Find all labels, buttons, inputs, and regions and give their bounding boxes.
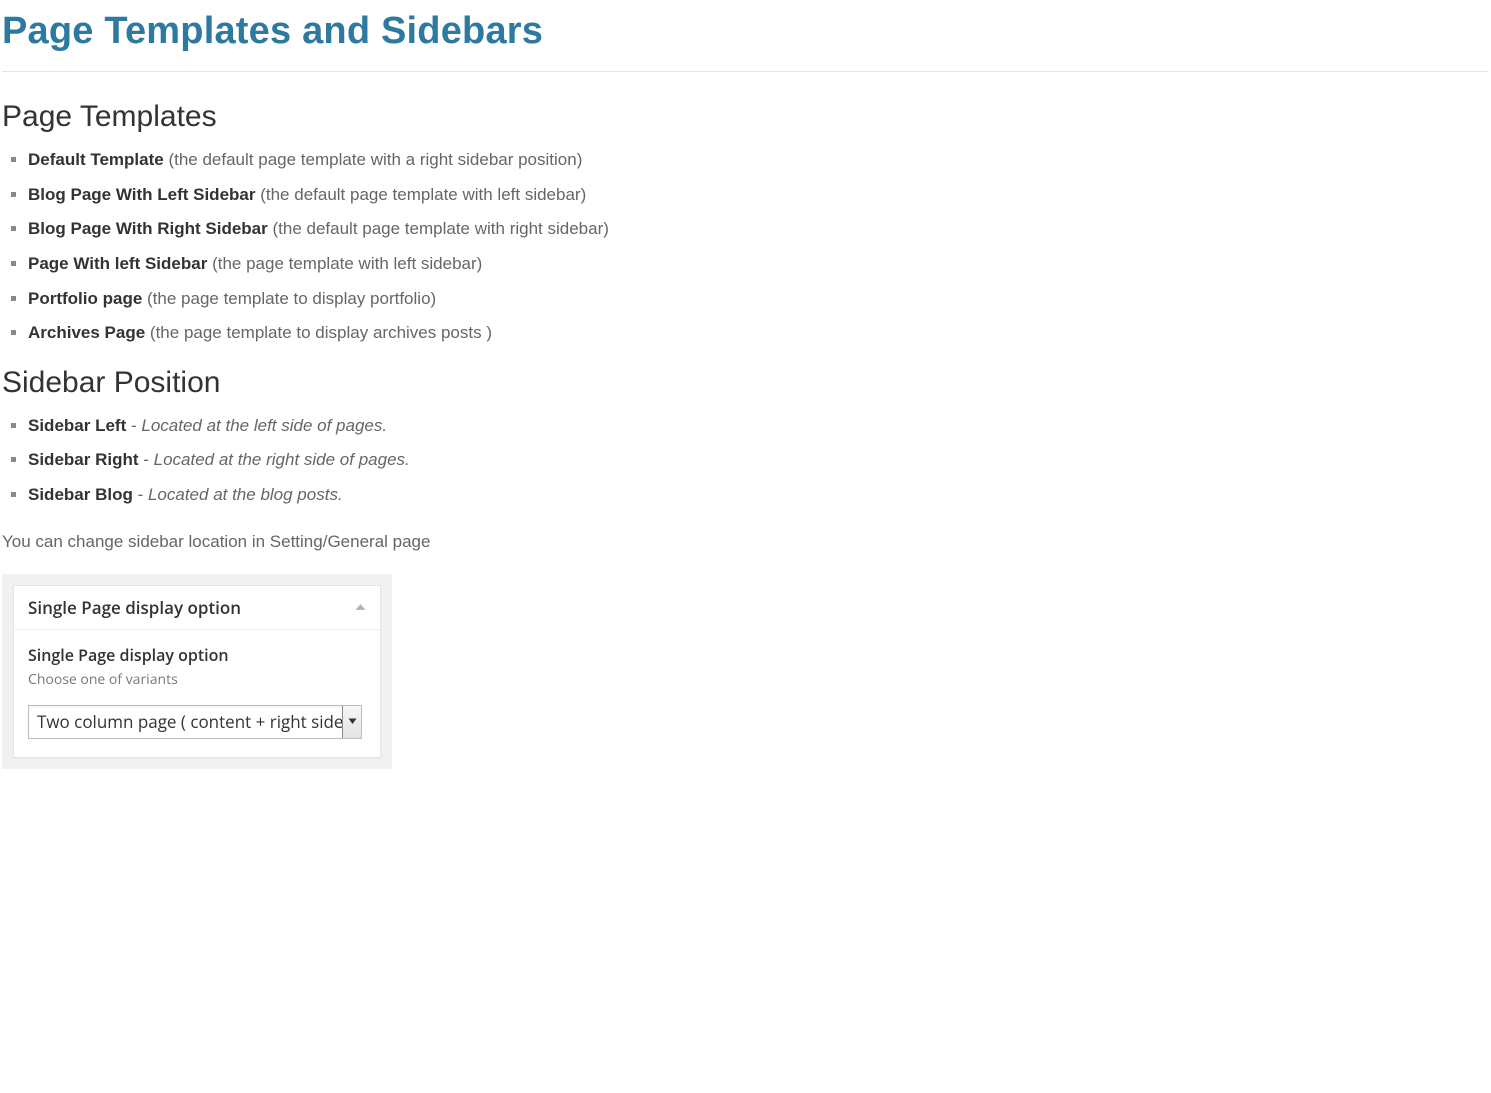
template-desc: (the default page template with a right …: [168, 150, 582, 169]
select-value: Two column page ( content + right sideba…: [29, 706, 342, 738]
list-item: Portfolio page (the page template to dis…: [28, 287, 1489, 312]
metabox-title: Single Page display option: [28, 596, 241, 619]
template-name: Blog Page With Right Sidebar: [28, 219, 268, 238]
metabox-wrap: Single Page display option Single Page d…: [2, 574, 392, 769]
position-desc: Located at the left side of pages.: [141, 416, 387, 435]
metabox: Single Page display option Single Page d…: [13, 585, 381, 758]
list-item: Blog Page With Right Sidebar (the defaul…: [28, 217, 1489, 242]
list-item: Sidebar Blog - Located at the blog posts…: [28, 483, 1489, 508]
template-name: Portfolio page: [28, 289, 142, 308]
caret-up-icon: [355, 603, 366, 611]
template-name: Default Template: [28, 150, 164, 169]
section-heading-positions: Sidebar Position: [2, 366, 1489, 400]
templates-list: Default Template (the default page templ…: [2, 148, 1489, 346]
positions-list: Sidebar Left - Located at the left side …: [2, 414, 1489, 508]
separator: -: [133, 485, 148, 504]
list-item: Sidebar Left - Located at the left side …: [28, 414, 1489, 439]
field-label: Single Page display option: [28, 644, 366, 666]
list-item: Page With left Sidebar (the page templat…: [28, 252, 1489, 277]
template-name: Page With left Sidebar: [28, 254, 207, 273]
field-hint: Choose one of variants: [28, 670, 366, 689]
settings-note: You can change sidebar location in Setti…: [2, 532, 1489, 552]
template-desc: (the default page template with left sid…: [260, 185, 586, 204]
template-desc: (the page template to display portfolio): [147, 289, 436, 308]
list-item: Sidebar Right - Located at the right sid…: [28, 448, 1489, 473]
template-name: Blog Page With Left Sidebar: [28, 185, 255, 204]
separator: -: [126, 416, 141, 435]
metabox-toggle[interactable]: Single Page display option: [14, 586, 380, 630]
position-name: Sidebar Left: [28, 416, 126, 435]
divider: [2, 71, 1489, 72]
metabox-body: Single Page display option Choose one of…: [14, 630, 380, 757]
section-heading-templates: Page Templates: [2, 100, 1489, 134]
template-desc: (the page template to display archives p…: [150, 323, 492, 342]
separator: -: [139, 450, 154, 469]
list-item: Blog Page With Left Sidebar (the default…: [28, 183, 1489, 208]
position-desc: Located at the right side of pages.: [154, 450, 410, 469]
chevron-down-icon: [342, 706, 361, 738]
template-desc: (the page template with left sidebar): [212, 254, 482, 273]
position-desc: Located at the blog posts.: [148, 485, 343, 504]
list-item: Archives Page (the page template to disp…: [28, 321, 1489, 346]
template-desc: (the default page template with right si…: [272, 219, 608, 238]
list-item: Default Template (the default page templ…: [28, 148, 1489, 173]
page-title: Page Templates and Sidebars: [2, 10, 1489, 53]
template-name: Archives Page: [28, 323, 145, 342]
display-option-select[interactable]: Two column page ( content + right sideba…: [28, 705, 362, 739]
position-name: Sidebar Blog: [28, 485, 133, 504]
position-name: Sidebar Right: [28, 450, 139, 469]
